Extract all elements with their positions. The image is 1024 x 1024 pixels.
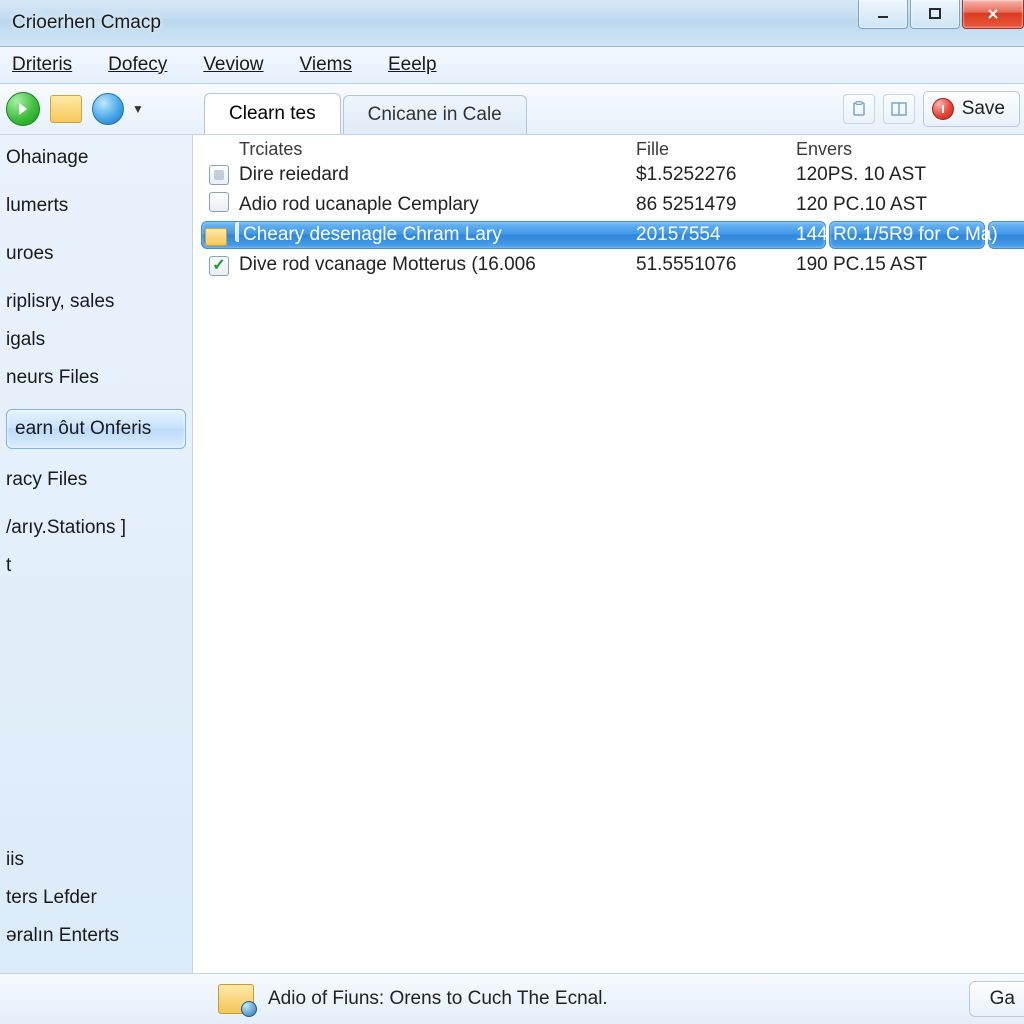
table-row[interactable]: Dire reiedard $1.5252276 120PS. 10 AST bbox=[193, 160, 1024, 190]
cell-fille: 86 5251479 bbox=[636, 194, 796, 216]
forward-button[interactable] bbox=[6, 92, 40, 126]
sidebar-item-stations[interactable]: /arıy.Stations ] bbox=[0, 509, 192, 547]
sidebar-item-lumerts[interactable]: lumerts bbox=[0, 187, 192, 225]
cell-env: 190 PC.15 AST bbox=[796, 254, 1016, 276]
title-bar: Crioerhen Cmacp bbox=[0, 0, 1024, 47]
maximize-button[interactable] bbox=[910, 0, 960, 29]
save-label: Save bbox=[962, 98, 1005, 120]
table-row-selected[interactable]: Cheary desenagle Chram Lary 20157554 144… bbox=[193, 220, 1024, 250]
menu-bar: Driteris Dofecy Veviow Viems Eeelp bbox=[0, 47, 1024, 84]
sidebar-item-enterts[interactable]: əralın Enterts bbox=[0, 917, 192, 955]
table-row[interactable]: Adio rod ucanaple Cemplary 86 5251479 12… bbox=[193, 190, 1024, 220]
sidebar: Ohainage lumerts uroes riplisry, sales i… bbox=[0, 135, 193, 975]
folder-icon bbox=[205, 228, 227, 246]
cell-name: Adio rod ucanaple Cemplary bbox=[239, 194, 636, 216]
sidebar-item-igals[interactable]: igals bbox=[0, 321, 192, 359]
sidebar-item-racy-files[interactable]: racy Files bbox=[0, 461, 192, 499]
menu-veviow[interactable]: Veviow bbox=[197, 50, 269, 80]
menu-viems[interactable]: Viems bbox=[294, 50, 358, 80]
tab-cnicane[interactable]: Cnicane in Cale bbox=[343, 95, 527, 134]
menu-driteris[interactable]: Driteris bbox=[6, 50, 78, 80]
col-header-name[interactable]: Trciates bbox=[239, 139, 636, 160]
close-button[interactable] bbox=[962, 0, 1024, 29]
minimize-button[interactable] bbox=[858, 0, 908, 29]
cell-name: Dive rod vcanage Motterus (16.006 bbox=[239, 254, 636, 276]
sidebar-item-t[interactable]: t bbox=[0, 547, 192, 585]
sidebar-item-iis[interactable]: iis bbox=[0, 841, 192, 879]
save-button[interactable]: Save bbox=[923, 91, 1020, 127]
row-checkbox[interactable] bbox=[209, 256, 229, 276]
tab-label: Clearn tes bbox=[229, 103, 316, 125]
window-title: Crioerhen Cmacp bbox=[12, 12, 161, 34]
row-checkbox[interactable] bbox=[209, 192, 229, 212]
tab-label: Cnicane in Cale bbox=[368, 104, 502, 126]
table-row[interactable]: Dive rod vcanage Motterus (16.006 51.555… bbox=[193, 250, 1024, 280]
row-checkbox[interactable] bbox=[209, 165, 229, 185]
col-header-fille[interactable]: Fille bbox=[636, 139, 796, 160]
cell-name: Dire reiedard bbox=[239, 164, 636, 186]
main-panel: Trciates Fille Envers Dire reiedard $1.5… bbox=[193, 135, 1024, 975]
menu-eeelp[interactable]: Eeelp bbox=[382, 50, 443, 80]
sidebar-item-earn-onferis[interactable]: earn ôut Onferis bbox=[6, 409, 186, 449]
dropdown-arrow-icon[interactable]: ▼ bbox=[132, 102, 144, 116]
cell-env: 120PS. 10 AST bbox=[796, 164, 1016, 186]
status-bar: Adio of Fiuns: Orens to Cuch The Ecnal. … bbox=[0, 973, 1024, 1024]
ga-button[interactable]: Ga bbox=[969, 981, 1024, 1017]
cell-fille: $1.5252276 bbox=[636, 164, 796, 186]
stop-icon bbox=[932, 98, 954, 120]
table-header: Trciates Fille Envers bbox=[193, 135, 1024, 160]
sidebar-item-neurs[interactable]: neurs Files bbox=[0, 359, 192, 397]
panel-icon[interactable] bbox=[883, 94, 915, 124]
col-header-envers[interactable]: Envers bbox=[796, 139, 1016, 160]
sidebar-item-uroes[interactable]: uroes bbox=[0, 235, 192, 273]
status-text: Adio of Fiuns: Orens to Cuch The Ecnal. bbox=[268, 988, 608, 1010]
sidebar-item-ohainage[interactable]: Ohainage bbox=[0, 139, 192, 177]
file-table: Trciates Fille Envers Dire reiedard $1.5… bbox=[193, 135, 1024, 280]
cell-fille: 20157554 bbox=[636, 224, 796, 246]
sidebar-item-lefder[interactable]: ters Lefder bbox=[0, 879, 192, 917]
open-folder-button[interactable] bbox=[50, 95, 82, 123]
toolbar: ▼ Clearn tes Cnicane in Cale Save bbox=[0, 84, 1024, 135]
cell-name: Cheary desenagle Chram Lary bbox=[239, 224, 636, 246]
tab-clearn-tes[interactable]: Clearn tes bbox=[204, 93, 341, 134]
cell-env: 144 R0.1/5R9 for C Ma) bbox=[796, 224, 1016, 246]
sidebar-item-riplisry[interactable]: riplisry, sales bbox=[0, 283, 192, 321]
ga-label: Ga bbox=[990, 988, 1015, 1010]
cell-env: 120 PC.10 AST bbox=[796, 194, 1016, 216]
status-folder-icon bbox=[218, 984, 254, 1014]
menu-dofecy[interactable]: Dofecy bbox=[102, 50, 173, 80]
cell-fille: 51.5551076 bbox=[636, 254, 796, 276]
clipboard-icon[interactable] bbox=[843, 94, 875, 124]
globe-button[interactable] bbox=[92, 93, 124, 125]
tab-strip: Clearn tes Cnicane in Cale bbox=[204, 84, 529, 134]
